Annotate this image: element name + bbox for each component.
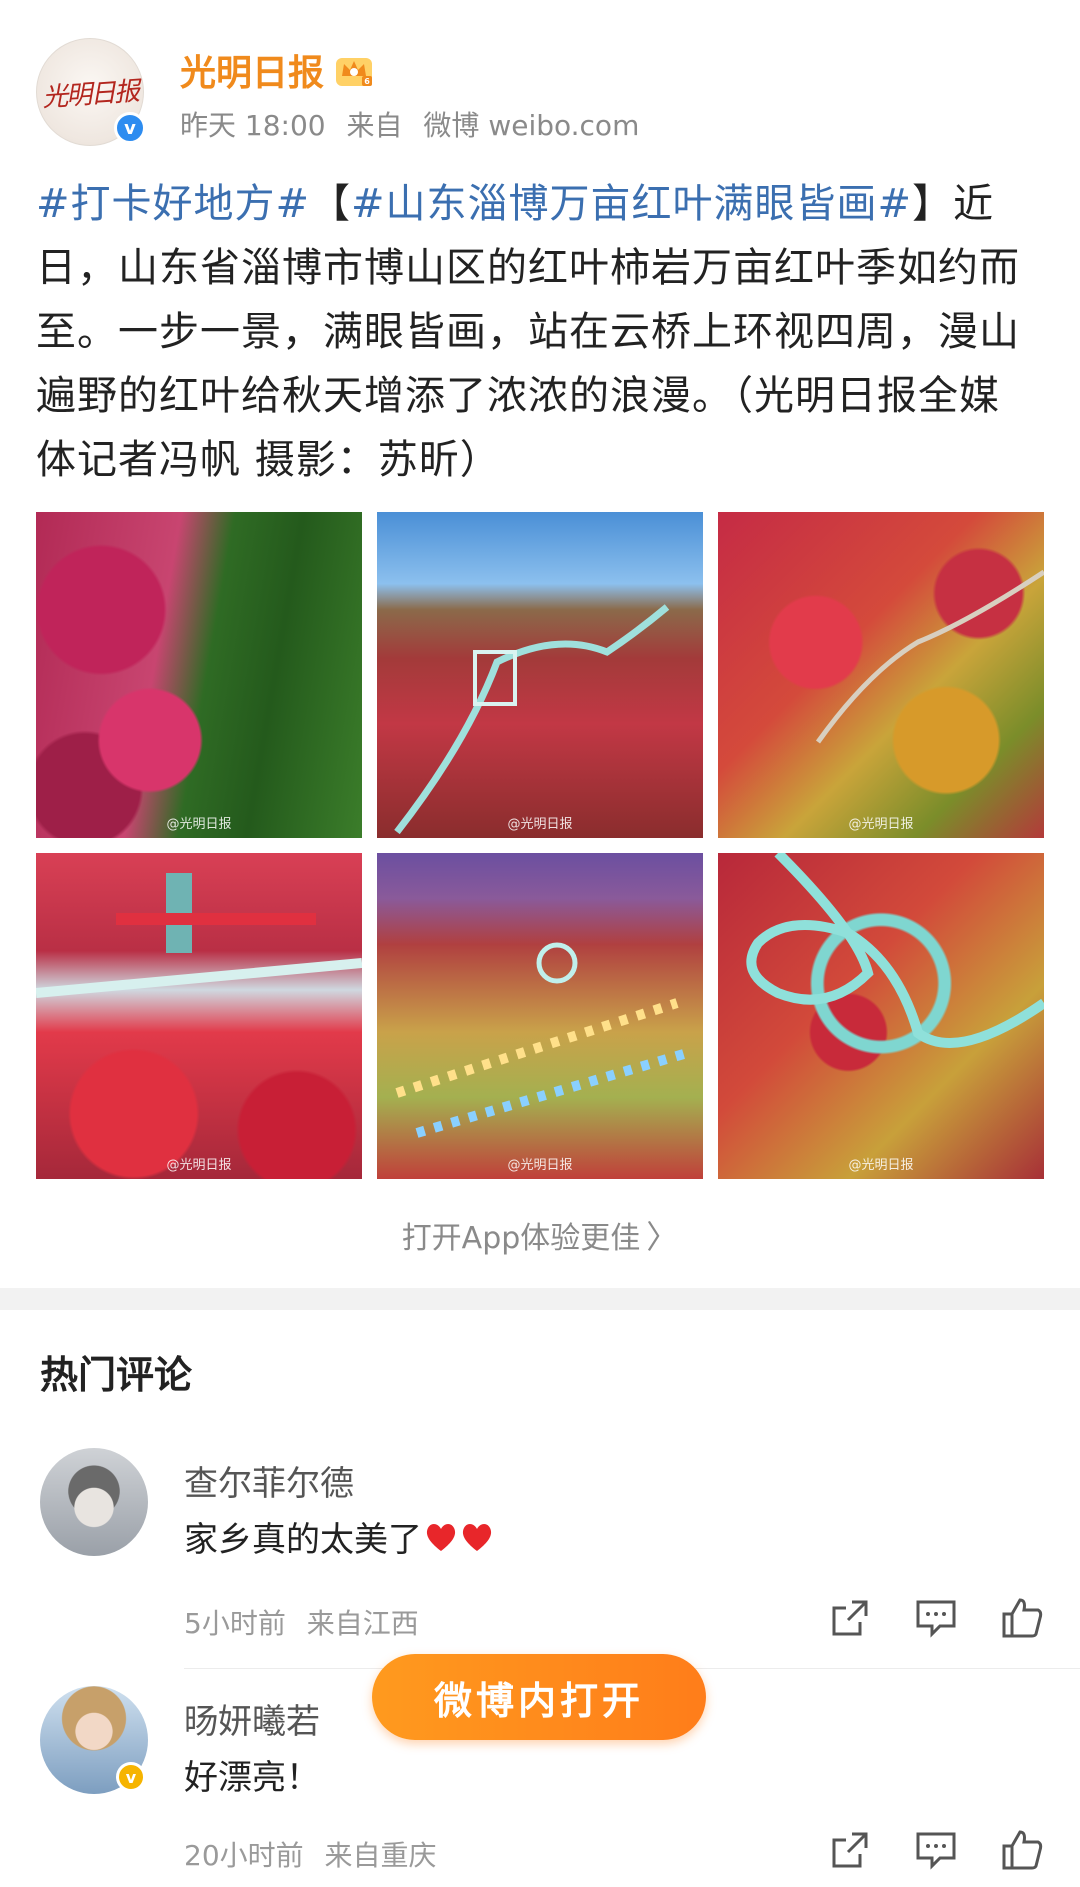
comment-icon[interactable]	[914, 1828, 958, 1872]
post-source-label: 来自	[346, 109, 403, 142]
commenter-name[interactable]: 旸妍曦若	[184, 1694, 320, 1743]
photo-red-leaves-forest[interactable]: @光明日报	[36, 512, 362, 838]
photo-aerial-path[interactable]: @光明日报	[718, 512, 1044, 838]
comment-location: 来自江西	[306, 1607, 419, 1640]
comment-icon[interactable]	[914, 1596, 958, 1640]
commenter-name[interactable]: 查尔菲尔德	[184, 1456, 354, 1505]
photo-mountain-skybridge[interactable]: @光明日报	[377, 512, 703, 838]
post-body: #打卡好地方#【#山东淄博万亩红叶满眼皆画#】近日，山东省淄博市博山区的红叶柿岩…	[36, 172, 1036, 492]
photo-watermark: @光明日报	[848, 817, 914, 832]
comment-text-content: 家乡真的太美了	[184, 1520, 422, 1560]
photo-viewing-platform[interactable]: @光明日报	[36, 853, 362, 1179]
comment-time: 20小时前	[184, 1839, 304, 1872]
crown-member-icon: 6	[334, 52, 374, 88]
open-in-weibo-button[interactable]: 微博内打开	[372, 1654, 706, 1740]
author-name-text: 光明日报	[180, 53, 325, 94]
share-icon[interactable]	[828, 1828, 872, 1872]
chevron-right-icon: 〉	[646, 1218, 679, 1256]
verified-yellow-icon: v	[116, 1762, 146, 1792]
post-meta: 昨天 18:00 来自 微博 weibo.com	[180, 104, 651, 144]
open-app-text: 打开App体验更佳	[401, 1221, 641, 1256]
bracket-close: 】	[912, 181, 954, 227]
photo-watermark: @光明日报	[166, 1158, 232, 1173]
section-divider	[0, 1288, 1080, 1310]
hot-comments-title: 热门评论	[40, 1353, 193, 1397]
bracket-open: 【	[310, 181, 352, 227]
verified-icon: v	[114, 112, 146, 144]
photo-rainbow-steps[interactable]: @光明日报	[377, 853, 703, 1179]
post-author-avatar[interactable]: 光明日报 v	[36, 38, 146, 146]
heart-icon	[426, 1523, 456, 1551]
svg-text:6: 6	[364, 77, 370, 86]
open-app-link[interactable]: 打开App体验更佳〉	[0, 1212, 1080, 1258]
comment-time: 5小时前	[184, 1607, 286, 1640]
post-time: 昨天 18:00	[180, 109, 326, 142]
comment-meta: 5小时前 来自江西	[184, 1602, 431, 1642]
heart-icon	[462, 1523, 492, 1551]
photo-watermark: @光明日报	[507, 817, 573, 832]
photo-watermark: @光明日报	[166, 817, 232, 832]
hashtag-link[interactable]: #山东淄博万亩红叶满眼皆画#	[351, 181, 912, 227]
like-icon[interactable]	[1000, 1828, 1044, 1872]
photo-spiral-bridge[interactable]: @光明日报	[718, 853, 1044, 1179]
photo-watermark: @光明日报	[507, 1158, 573, 1173]
commenter-avatar[interactable]	[40, 1448, 148, 1556]
post-author-name[interactable]: 光明日报 6	[180, 44, 374, 96]
comment-text: 好漂亮！	[184, 1758, 320, 1798]
photo-grid: @光明日报 @光明日报 @光明日报 @光明日报 @光明日报 @光明日报	[36, 512, 1046, 1179]
comment-actions	[828, 1596, 1044, 1640]
comment-meta: 20小时前 来自重庆	[184, 1834, 449, 1874]
comment-location: 来自重庆	[324, 1839, 437, 1872]
comment-text: 家乡真的太美了	[184, 1512, 494, 1561]
like-icon[interactable]	[1000, 1596, 1044, 1640]
comment-actions	[828, 1828, 1044, 1872]
photo-watermark: @光明日报	[848, 1158, 914, 1173]
hashtag-link[interactable]: #打卡好地方#	[36, 181, 310, 227]
share-icon[interactable]	[828, 1596, 872, 1640]
avatar-logo: 光明日报	[41, 76, 140, 113]
post-source[interactable]: 微博 weibo.com	[423, 109, 639, 142]
